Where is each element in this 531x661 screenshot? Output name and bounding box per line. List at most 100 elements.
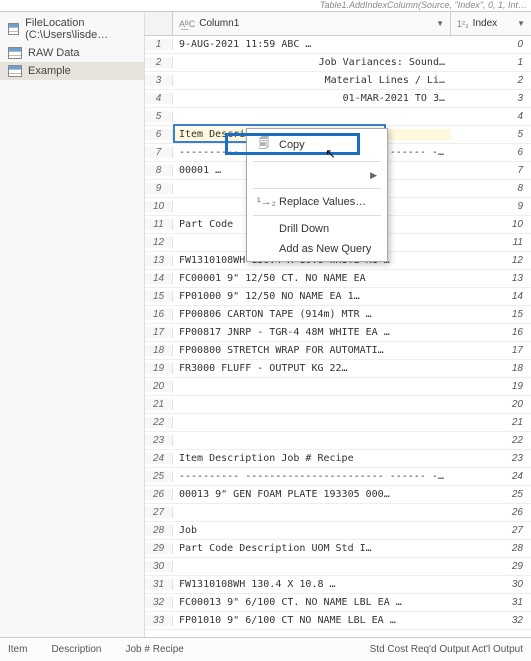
table-row[interactable]: 17 FP00817 JNRP - TGR-4 48M WHITE EA …16 xyxy=(145,324,531,342)
cell-index[interactable]: 4 xyxy=(451,111,531,122)
row-number[interactable]: 26 xyxy=(145,489,173,500)
cell-index[interactable]: 30 xyxy=(451,579,531,590)
cell-index[interactable]: 7 xyxy=(451,165,531,176)
row-number[interactable]: 5 xyxy=(145,111,173,122)
table-row[interactable]: 15 FP01000 9" 12/50 NO NAME EA 1…14 xyxy=(145,288,531,306)
cell-index[interactable]: 2 xyxy=(451,75,531,86)
table-row[interactable]: 401-MAR-2021 TO 3…3 xyxy=(145,90,531,108)
cell-column1[interactable]: 01-MAR-2021 TO 3… xyxy=(173,93,451,104)
grid-body[interactable]: 19-AUG-2021 11:59 ABC …02Job Variances: … xyxy=(145,36,531,637)
cell-index[interactable]: 1 xyxy=(451,57,531,68)
cell-column1[interactable]: FW1310108WH 130.4 X 10.8 … xyxy=(173,579,451,590)
cell-column1[interactable]: FC00013 9" 6/100 CT. NO NAME LBL EA … xyxy=(173,597,451,608)
cell-column1[interactable]: FP01010 9" 6/100 CT NO NAME LBL EA … xyxy=(173,615,451,626)
table-row[interactable]: 33 FP01010 9" 6/100 CT NO NAME LBL EA …3… xyxy=(145,612,531,630)
table-row[interactable]: 2120 xyxy=(145,396,531,414)
cell-index[interactable]: 11 xyxy=(451,237,531,248)
row-number[interactable]: 2 xyxy=(145,57,173,68)
table-row[interactable]: 16 FP00806 CARTON TAPE (914m) MTR …15 xyxy=(145,306,531,324)
cell-index[interactable]: 23 xyxy=(451,453,531,464)
table-row[interactable]: 28 Job27 xyxy=(145,522,531,540)
cell-index[interactable]: 12 xyxy=(451,255,531,266)
table-row[interactable]: 31 FW1310108WH 130.4 X 10.8 …30 xyxy=(145,576,531,594)
cell-index[interactable]: 31 xyxy=(451,597,531,608)
cell-column1[interactable]: 00013 9" GEN FOAM PLATE 193305 000… xyxy=(173,489,451,500)
cell-index[interactable]: 26 xyxy=(451,507,531,518)
menu-copy[interactable]: 🗐 Copy xyxy=(247,131,387,158)
table-row[interactable]: 19-AUG-2021 11:59 ABC …0 xyxy=(145,36,531,54)
cell-index[interactable]: 29 xyxy=(451,561,531,572)
row-number[interactable]: 27 xyxy=(145,507,173,518)
row-number[interactable]: 31 xyxy=(145,579,173,590)
table-row[interactable]: 54 xyxy=(145,108,531,126)
sidebar-item-example[interactable]: Example xyxy=(0,62,144,80)
column-header-index[interactable]: 1²₃ Index ▼ xyxy=(451,12,531,35)
cell-index[interactable]: 16 xyxy=(451,327,531,338)
cell-index[interactable]: 15 xyxy=(451,309,531,320)
cell-column1[interactable]: Material Lines / Li… xyxy=(173,75,451,86)
cell-column1[interactable]: ---------- ----------------------- -----… xyxy=(173,471,451,482)
cell-index[interactable]: 19 xyxy=(451,381,531,392)
cell-column1[interactable]: FC00001 9" 12/50 CT. NO NAME EA xyxy=(173,273,451,284)
cell-column1[interactable]: FP00800 STRETCH WRAP FOR AUTOMATI… xyxy=(173,345,451,356)
table-row[interactable]: 27 26 xyxy=(145,504,531,522)
cell-index[interactable]: 6 xyxy=(451,147,531,158)
table-row[interactable]: 2221 xyxy=(145,414,531,432)
row-number[interactable]: 14 xyxy=(145,273,173,284)
cell-column1[interactable]: Part Code Description UOM Std I… xyxy=(173,543,451,554)
cell-index[interactable]: 13 xyxy=(451,273,531,284)
column-dropdown-icon[interactable]: ▼ xyxy=(436,19,444,28)
cell-index[interactable]: 0 xyxy=(451,39,531,50)
row-number[interactable]: 13 xyxy=(145,255,173,266)
table-row[interactable]: 2322 xyxy=(145,432,531,450)
row-number[interactable]: 32 xyxy=(145,597,173,608)
row-number[interactable]: 20 xyxy=(145,381,173,392)
table-row[interactable]: 25---------- ----------------------- ---… xyxy=(145,468,531,486)
table-row[interactable]: 24Item Description Job # Recipe23 xyxy=(145,450,531,468)
cell-column1[interactable]: FR3000 FLUFF - OUTPUT KG 22… xyxy=(173,363,451,374)
row-number[interactable]: 25 xyxy=(145,471,173,482)
cell-index[interactable]: 25 xyxy=(451,489,531,500)
table-row[interactable]: 3Material Lines / Li…2 xyxy=(145,72,531,90)
row-number[interactable]: 23 xyxy=(145,435,173,446)
cell-index[interactable]: 9 xyxy=(451,201,531,212)
menu-add-as-new-query[interactable]: Add as New Query xyxy=(247,239,387,259)
row-number[interactable]: 4 xyxy=(145,93,173,104)
table-row[interactable]: 18 FP00800 STRETCH WRAP FOR AUTOMATI…17 xyxy=(145,342,531,360)
cell-index[interactable]: 28 xyxy=(451,543,531,554)
row-number[interactable]: 16 xyxy=(145,309,173,320)
cell-column1[interactable]: Job Variances: Sound… xyxy=(173,57,451,68)
cell-column1[interactable]: FP00806 CARTON TAPE (914m) MTR … xyxy=(173,309,451,320)
row-number[interactable]: 24 xyxy=(145,453,173,464)
row-number[interactable]: 11 xyxy=(145,219,173,230)
cell-column1[interactable]: 9-AUG-2021 11:59 ABC … xyxy=(173,39,451,50)
column-dropdown-icon[interactable]: ▼ xyxy=(517,19,525,28)
cell-column1[interactable]: FP00817 JNRP - TGR-4 48M WHITE EA … xyxy=(173,327,451,338)
menu-drill-down[interactable]: Drill Down xyxy=(247,219,387,239)
cell-column1[interactable]: FP01000 9" 12/50 NO NAME EA 1… xyxy=(173,291,451,302)
table-row[interactable]: 2019 xyxy=(145,378,531,396)
cell-index[interactable]: 10 xyxy=(451,219,531,230)
row-number[interactable]: 33 xyxy=(145,615,173,626)
row-number[interactable]: 29 xyxy=(145,543,173,554)
menu-replace-values[interactable]: ¹→₂ Replace Values… xyxy=(247,192,387,212)
table-row[interactable]: 29 Part Code Description UOM Std I…28 xyxy=(145,540,531,558)
row-number[interactable]: 6 xyxy=(145,129,173,140)
row-number[interactable]: 12 xyxy=(145,237,173,248)
row-number[interactable]: 21 xyxy=(145,399,173,410)
row-number[interactable]: 30 xyxy=(145,561,173,572)
row-number[interactable]: 18 xyxy=(145,345,173,356)
table-row[interactable]: 30 29 xyxy=(145,558,531,576)
row-number[interactable]: 9 xyxy=(145,183,173,194)
cell-index[interactable]: 14 xyxy=(451,291,531,302)
cell-column1[interactable]: Item Description Job # Recipe xyxy=(173,453,451,464)
sidebar-item-filelocation[interactable]: FileLocation (C:\Users\lisde… xyxy=(0,14,144,44)
cell-index[interactable]: 18 xyxy=(451,363,531,374)
row-number[interactable]: 15 xyxy=(145,291,173,302)
table-row[interactable]: 2Job Variances: Sound…1 xyxy=(145,54,531,72)
cell-index[interactable]: 32 xyxy=(451,615,531,626)
cell-index[interactable]: 5 xyxy=(451,129,531,140)
cell-index[interactable]: 17 xyxy=(451,345,531,356)
row-number[interactable]: 10 xyxy=(145,201,173,212)
column-header-column1[interactable]: A͟ᴮC Column1 ▼ xyxy=(173,12,451,35)
